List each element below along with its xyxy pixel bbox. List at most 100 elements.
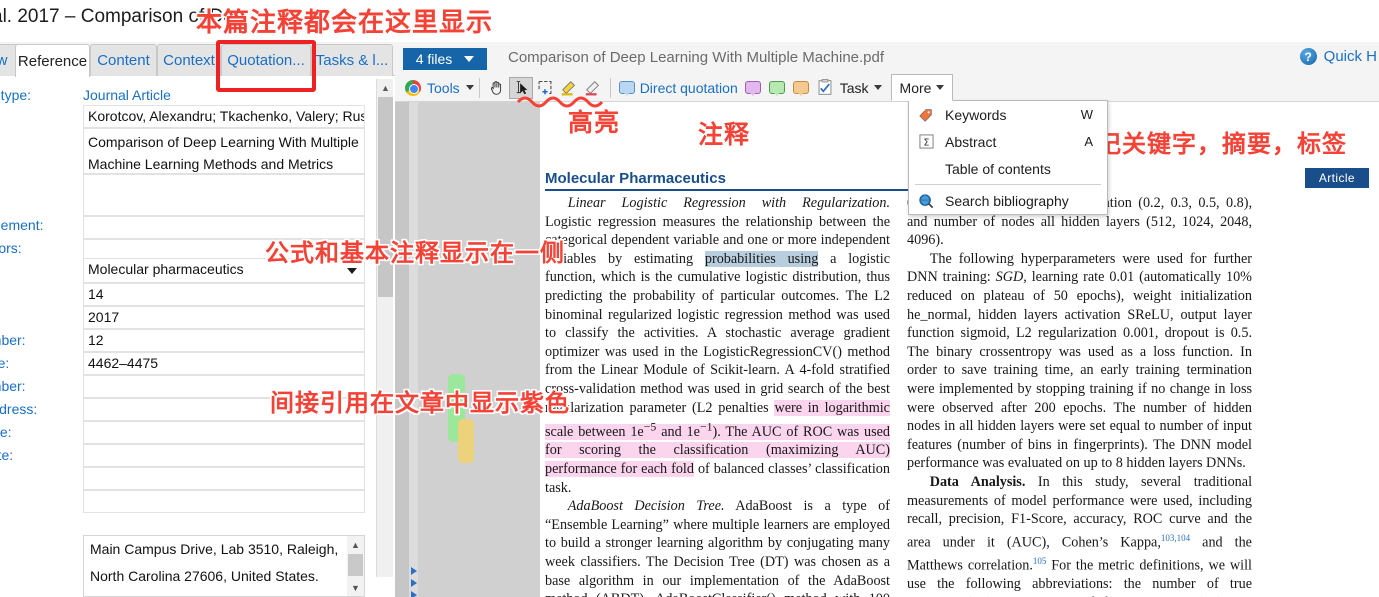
menu-divider <box>915 184 1101 185</box>
page-marker-icon[interactable] <box>411 591 417 597</box>
pdf-column-left: Linear Logistic Regression with Regulari… <box>545 194 890 597</box>
tools-label: Tools <box>427 79 460 96</box>
menu-item-keywords-shortcut: W <box>1080 107 1093 122</box>
toolbar-divider <box>478 77 480 98</box>
application-window: al. 2017 – Comparison of Dee w Reference… <box>0 0 1379 597</box>
journal-field[interactable]: Molecular pharmaceutics <box>83 258 365 283</box>
text-select-tool-icon[interactable] <box>508 76 533 99</box>
chevron-down-icon <box>936 85 945 90</box>
para-lead-italic: Linear Logistic Regression with Regulari… <box>567 195 890 211</box>
pink-sup-1: −5 <box>643 419 657 434</box>
page-marker-icon[interactable] <box>411 567 417 575</box>
issue-number-field[interactable]: 12 <box>83 329 365 352</box>
tab-tasks[interactable]: Tasks & l... <box>311 44 393 76</box>
web-address-field[interactable] <box>83 398 365 421</box>
tab-reference[interactable]: Reference <box>15 44 90 77</box>
province-label: ince: <box>0 424 12 440</box>
hand-tool-icon[interactable] <box>485 77 509 99</box>
authors-field[interactable]: Korotcov, Alexandru; Tkachenko, Valery; … <box>83 105 365 128</box>
paragraph-logistic-regression: Linear Logistic Regression with Regulari… <box>545 194 890 497</box>
citation-ref-1[interactable]: 103,104 <box>1161 533 1190 543</box>
menu-item-toc-label: Table of contents <box>945 160 1051 177</box>
menu-item-keywords[interactable]: Keywords W <box>909 101 1107 128</box>
files-dropdown-button[interactable]: 4 files <box>403 48 487 70</box>
quotation-bubble-icon <box>618 81 635 96</box>
annotation-marker-yellow[interactable] <box>458 419 474 463</box>
location-scrollbar[interactable]: ▲ ▼ <box>347 536 364 596</box>
highlight-blue[interactable]: probabilities using <box>704 250 819 267</box>
snapshot-tool-icon[interactable] <box>533 77 557 99</box>
task-label: Task <box>839 79 869 96</box>
quick-help-label: Quick H <box>1323 48 1377 65</box>
reference-pane-scrollbar[interactable]: ▲ <box>376 79 393 577</box>
direct-quotation-button[interactable]: Direct quotation <box>616 80 741 96</box>
database-label: se: <box>0 493 1 509</box>
para-italic: SGD <box>995 269 1024 286</box>
comment-icon[interactable] <box>789 77 813 99</box>
menu-item-abstract-shortcut: A <box>1084 134 1093 149</box>
toc-icon <box>917 160 935 178</box>
access-date-field[interactable] <box>83 444 365 467</box>
pdf-gutter-secondary <box>409 102 418 597</box>
task-button[interactable]: Task <box>837 80 885 96</box>
location-textarea[interactable]: Main Campus Drive, Lab 3510, Raleigh, No… <box>83 535 365 597</box>
more-button[interactable]: More <box>890 74 954 101</box>
year-field[interactable]: 2017 <box>83 306 365 329</box>
province-field[interactable] <box>83 421 365 444</box>
keyword-tag-icon <box>917 106 935 124</box>
tab-content[interactable]: Content <box>90 44 157 76</box>
quick-help-link[interactable]: ? Quick H <box>1299 48 1377 65</box>
location-line-1: Main Campus Drive, Lab 3510, Raleigh, <box>90 541 339 557</box>
tab-quotations[interactable]: Quotation... <box>221 44 311 76</box>
toolbar-divider-2 <box>609 77 611 98</box>
chrome-icon <box>405 79 421 96</box>
menu-item-abstract[interactable]: Σ Abstract A <box>909 128 1107 155</box>
files-dropdown-label: 4 files <box>415 51 453 67</box>
location-line-2: North Carolina 27606, United States. <box>90 568 319 584</box>
chevron-down-icon <box>873 85 882 90</box>
highlight-yellow-icon[interactable] <box>557 77 581 99</box>
pdf-column-right: 0.001, 0.0001), dropout regularization (… <box>907 194 1252 597</box>
supplement-label: oplement: <box>0 217 44 233</box>
page-marker-icon[interactable] <box>411 579 417 587</box>
summary-icon[interactable] <box>765 77 789 99</box>
paragraph-data-analysis: Data Analysis. In this study, several tr… <box>907 473 1252 597</box>
indirect-quotation-icon[interactable] <box>741 77 765 99</box>
database-field[interactable] <box>83 490 365 513</box>
volume-field[interactable]: 14 <box>83 283 365 306</box>
citation-ref-2[interactable]: 105 <box>1033 556 1047 566</box>
scroll-thumb[interactable] <box>348 554 363 576</box>
task-clipboard-icon[interactable] <box>813 77 837 99</box>
sigma-icon: Σ <box>917 133 935 151</box>
reference-type-value[interactable]: Journal Article <box>83 87 171 103</box>
reference-type-label: ce type: <box>0 87 32 103</box>
access-date-label: date: <box>0 447 14 463</box>
menu-item-abstract-label: Abstract <box>945 133 997 150</box>
article-number-field[interactable] <box>83 375 365 398</box>
tools-button[interactable]: Tools <box>395 79 474 96</box>
title-field[interactable]: Comparison of Deep Learning With Multipl… <box>83 128 365 174</box>
article-number-label: umber: <box>0 378 26 394</box>
page-markers <box>411 567 417 597</box>
collaborators-label: rators: <box>0 240 22 256</box>
menu-item-search-bibliography[interactable]: Search bibliography <box>909 187 1107 214</box>
page-range-field[interactable]: 4462–4475 <box>83 352 365 375</box>
menu-item-table-of-contents[interactable]: Table of contents <box>909 155 1107 182</box>
pdf-toolbar: Tools Direct quotation Task More <box>395 74 1379 102</box>
more-label: More <box>899 79 932 96</box>
help-icon: ? <box>1299 48 1317 65</box>
tab-context[interactable]: Context <box>157 44 221 76</box>
issue-number-label: umber: <box>0 332 26 348</box>
direct-quotation-label: Direct quotation <box>639 79 738 96</box>
scroll-up-icon[interactable]: ▲ <box>377 79 394 96</box>
supplement-field[interactable] <box>83 216 365 239</box>
scroll-up-icon[interactable]: ▲ <box>347 536 364 553</box>
publisher-field[interactable] <box>83 467 365 490</box>
scroll-down-icon[interactable]: ▼ <box>347 579 364 596</box>
highlight-red-icon[interactable] <box>581 77 605 99</box>
subtitle-field[interactable] <box>83 174 365 216</box>
page-range-label: nge: <box>0 355 10 371</box>
web-address-label: Address: <box>0 401 38 417</box>
scroll-thumb[interactable] <box>378 97 393 297</box>
para-text-2: a logistic function, which is the cumula… <box>545 250 890 416</box>
